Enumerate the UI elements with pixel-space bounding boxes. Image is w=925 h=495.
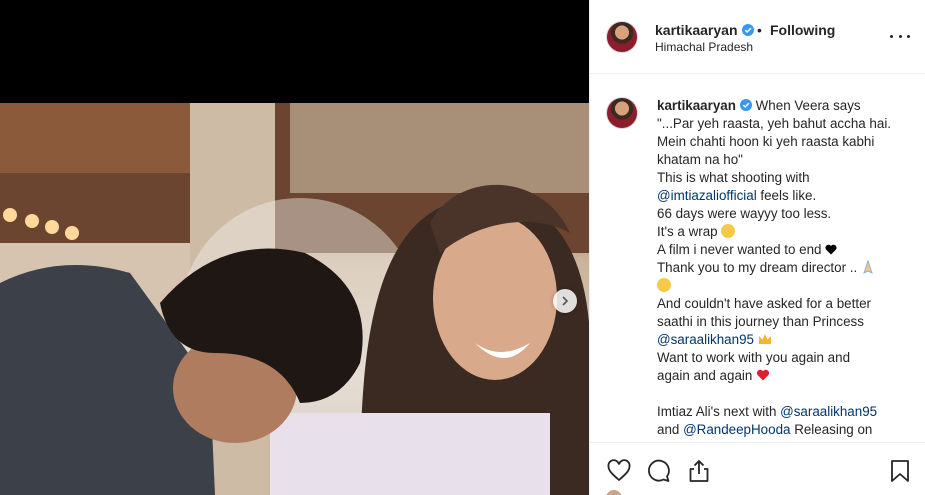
heart-icon (607, 459, 631, 482)
follow-separator: • (757, 22, 762, 38)
smiling-face-emoji-icon (657, 278, 671, 292)
caption-line: 66 days were wayyy too less. (657, 206, 832, 221)
author-avatar[interactable] (606, 21, 638, 53)
post-location[interactable]: Himachal Pradesh (655, 40, 753, 54)
post-actions (590, 443, 925, 495)
caption-text: It's a wrap (657, 224, 718, 239)
caption-text: feels like. (756, 188, 817, 203)
caption-text: again and again (657, 368, 753, 383)
author-username[interactable]: kartikaaryan (655, 22, 754, 38)
verified-badge-icon (739, 99, 752, 111)
caption-line: again and again (657, 367, 907, 385)
caption-line: Want to work with you again and (657, 350, 851, 365)
comment-button[interactable] (646, 458, 672, 484)
comment-icon (648, 459, 670, 482)
post-header: kartikaaryan • Following Himachal Prades… (590, 0, 925, 74)
post-caption: kartikaaryan When Veera says "...Par yeh… (657, 97, 907, 439)
caption-line: and @RandeepHooda Releasing on (657, 421, 907, 439)
caption-author-avatar[interactable] (606, 97, 638, 129)
mention-link[interactable]: @imtiazaliofficial (657, 188, 757, 203)
black-heart-emoji-icon (825, 244, 837, 255)
caption-line: @saraalikhan95 (657, 331, 907, 349)
mention-link[interactable]: @saraalikhan95 (657, 332, 754, 347)
caption-text: When Veera says (755, 98, 861, 113)
caption-line: "...Par yeh raasta, yeh bahut accha hai. (657, 116, 892, 131)
crown-emoji-icon (758, 334, 771, 344)
caption-author-username[interactable]: kartikaaryan (657, 98, 736, 113)
red-heart-emoji-icon (756, 369, 770, 381)
mention-link[interactable]: @saraalikhan95 (780, 404, 877, 419)
post-media[interactable] (0, 0, 589, 495)
caption-line: Imtiaz Ali's next with @saraalikhan95 (657, 403, 907, 421)
caption-text: and (657, 422, 684, 437)
share-icon (689, 460, 709, 482)
caption-line: And couldn't have asked for a better (657, 296, 871, 311)
disappointed-face-emoji-icon (721, 224, 736, 238)
more-options-icon[interactable] (890, 28, 910, 44)
caption-text: Releasing on (790, 422, 873, 437)
folded-hands-emoji-icon (863, 259, 873, 274)
caption-line: Mein chahti hoon ki yeh raasta kabhi (657, 134, 875, 149)
caption-line: khatam na ho" (657, 152, 743, 167)
caption-line: saathi in this journey than Princess (657, 314, 864, 329)
carousel-next-button[interactable] (553, 289, 577, 313)
caption-line: This is what shooting with (657, 170, 810, 185)
caption-line: kartikaaryan When Veera says (657, 97, 907, 115)
mention-link[interactable]: @RandeepHooda (683, 422, 790, 437)
post-photo[interactable] (0, 103, 589, 495)
verified-badge-icon (741, 24, 754, 36)
caption-line (657, 277, 907, 295)
photo-illustration (0, 103, 589, 495)
caption-line: Thank you to my dream director .. (657, 259, 907, 277)
share-button[interactable] (686, 458, 712, 484)
caption-text: Imtiaz Ali's next with (657, 404, 781, 419)
caption-line: @imtiazaliofficial feels like. (657, 187, 907, 205)
save-button[interactable] (887, 458, 913, 484)
comments-section[interactable]: kartikaaryan When Veera says "...Par yeh… (590, 75, 925, 443)
caption-text: Thank you to my dream director .. (657, 260, 858, 275)
author-username-text[interactable]: kartikaaryan (655, 22, 738, 38)
following-button[interactable]: Following (770, 22, 835, 38)
chevron-right-icon (562, 296, 569, 306)
caption-line: It's a wrap (657, 223, 907, 241)
like-button[interactable] (606, 458, 632, 484)
post-sidebar: kartikaaryan • Following Himachal Prades… (589, 0, 925, 495)
caption-text: A film i never wanted to end (657, 242, 822, 257)
caption-line: A film i never wanted to end (657, 241, 907, 259)
bookmark-icon (891, 460, 909, 482)
